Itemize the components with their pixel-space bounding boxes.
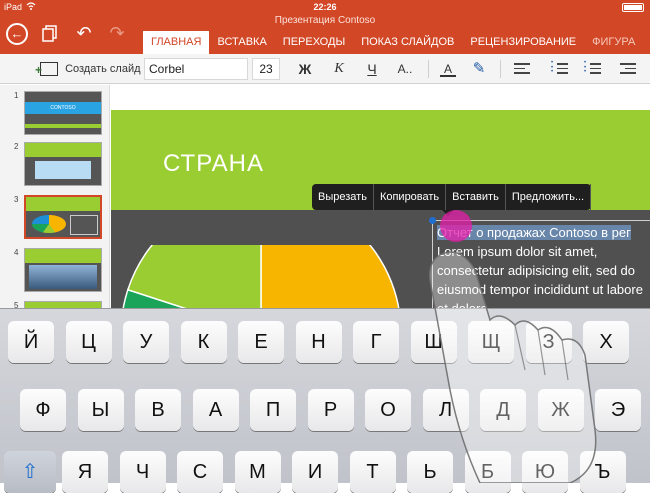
files-icon[interactable] (38, 22, 62, 46)
key[interactable]: Ю (522, 451, 568, 493)
numbered-list-icon[interactable] (584, 61, 601, 75)
key[interactable]: Ж (537, 389, 584, 431)
ribbon-tabs: ГЛАВНАЯ ВСТАВКА ПЕРЕХОДЫ ПОКАЗ СЛАЙДОВ Р… (143, 31, 643, 54)
tab-transitions[interactable]: ПЕРЕХОДЫ (275, 31, 353, 54)
document-title: Презентация Contoso (274, 15, 376, 26)
tab-review[interactable]: РЕЦЕНЗИРОВАНИЕ (462, 31, 584, 54)
title-bar: Презентация Contoso ← ↶ ↷ ГЛАВНАЯ ВСТАВК… (0, 14, 650, 54)
tab-shape[interactable]: ФИГУРА (584, 31, 643, 54)
clock: 22:26 (313, 2, 337, 12)
key[interactable]: Ы (77, 389, 124, 431)
slide-thumbnail-3[interactable] (24, 195, 102, 239)
touch-indicator (440, 210, 472, 242)
font-color-button[interactable]: А (437, 54, 459, 84)
key[interactable]: Ш (410, 321, 457, 363)
key[interactable]: М (234, 451, 281, 493)
key[interactable]: Л (422, 389, 469, 431)
outdent-icon[interactable] (620, 63, 636, 75)
font-size-input[interactable]: 23 (252, 58, 280, 80)
key[interactable]: А (192, 389, 239, 431)
slide-canvas[interactable]: СТРАНА Отчет о продажах Contoso в рег Lo… (111, 110, 650, 320)
key[interactable]: Й (8, 321, 54, 363)
key[interactable]: Б (464, 451, 511, 493)
key[interactable]: Г (353, 321, 399, 363)
tab-slideshow[interactable]: ПОКАЗ СЛАЙДОВ (353, 31, 462, 54)
ribbon-toolbar: Создать слайд Corbel 23 Ж К Ч А.. А ✎ (0, 54, 650, 85)
onscreen-keyboard: Й Ц У К Е Н Г Ш Щ З Х Ф Ы В А П Р О Л Д Ж Э Я Ч С М И Т Ь Б Ю Ъ ⇧ (0, 308, 650, 493)
bullet-list-icon[interactable] (551, 61, 568, 75)
key[interactable]: Э (595, 389, 641, 431)
thumb-number: 4 (14, 248, 19, 257)
key[interactable]: Ь (407, 451, 453, 493)
tab-home[interactable]: ГЛАВНАЯ (143, 31, 210, 54)
thumb-number: 1 (14, 91, 19, 100)
bold-button[interactable]: Ж (294, 54, 316, 84)
key[interactable]: Ц (65, 321, 112, 363)
thumb-number: 2 (14, 142, 19, 151)
tab-insert[interactable]: ВСТАВКА (209, 31, 274, 54)
key[interactable]: С (177, 451, 223, 493)
key[interactable]: Щ (468, 321, 514, 363)
key[interactable]: Д (480, 389, 526, 431)
key[interactable]: Ъ (579, 451, 626, 493)
key[interactable]: Х (583, 321, 629, 363)
body-text: Lorem ipsum dolor sit amet, consectetur … (437, 244, 643, 316)
suggest-menu-item[interactable]: Предложить... (506, 184, 592, 210)
key[interactable]: В (135, 389, 181, 431)
font-name-input[interactable]: Corbel (144, 58, 248, 80)
ribbon-divider (500, 60, 501, 78)
key[interactable]: О (365, 389, 411, 431)
thumb-title: CONTOSO (25, 102, 101, 114)
back-arrow-icon[interactable]: ← (6, 23, 28, 45)
key[interactable]: У (123, 321, 169, 363)
key[interactable]: Е (238, 321, 284, 363)
slide-thumbnail-2[interactable] (24, 142, 102, 186)
underline-button[interactable]: Ч (361, 54, 383, 84)
undo-icon[interactable]: ↶ (72, 22, 96, 46)
italic-button[interactable]: К (328, 54, 350, 84)
ribbon-divider (428, 60, 429, 78)
align-left-icon[interactable] (514, 63, 530, 75)
key[interactable]: Р (307, 389, 354, 431)
key[interactable]: К (180, 321, 227, 363)
key[interactable]: Н (295, 321, 342, 363)
key[interactable]: Т (349, 451, 396, 493)
redo-icon[interactable]: ↷ (105, 22, 129, 46)
cut-menu-item[interactable]: Вырезать (312, 184, 374, 210)
status-bar: iPad 22:26 (0, 0, 650, 14)
key[interactable]: З (525, 321, 572, 363)
more-format-button[interactable]: А.. (394, 54, 416, 84)
new-slide-label: Создать слайд (65, 63, 141, 75)
thumb-number: 3 (14, 195, 19, 204)
key[interactable]: П (250, 389, 296, 431)
slide-thumbnails-panel: 1 CONTOSO 2 3 4 5 (0, 85, 110, 321)
highlight-pen-icon[interactable]: ✎ (468, 54, 490, 84)
slide-title[interactable]: СТРАНА (163, 150, 264, 178)
shift-arrow-icon[interactable]: ⇧ (4, 451, 56, 493)
slide-thumbnail-4[interactable] (24, 248, 102, 292)
paste-menu-item[interactable]: Вставить (446, 184, 506, 210)
selection-handle-start[interactable] (429, 217, 436, 224)
context-menu: Вырезать Копировать Вставить Предложить.… (312, 184, 592, 216)
new-slide-button[interactable]: Создать слайд (35, 54, 141, 85)
battery-icon (622, 3, 644, 12)
new-slide-icon (35, 55, 58, 85)
key[interactable]: Ф (20, 389, 66, 431)
key[interactable]: Ч (119, 451, 166, 493)
copy-menu-item[interactable]: Копировать (374, 184, 447, 210)
slide-thumbnail-1[interactable]: CONTOSO (24, 91, 102, 135)
key[interactable]: И (292, 451, 338, 493)
key[interactable]: Я (62, 451, 108, 493)
